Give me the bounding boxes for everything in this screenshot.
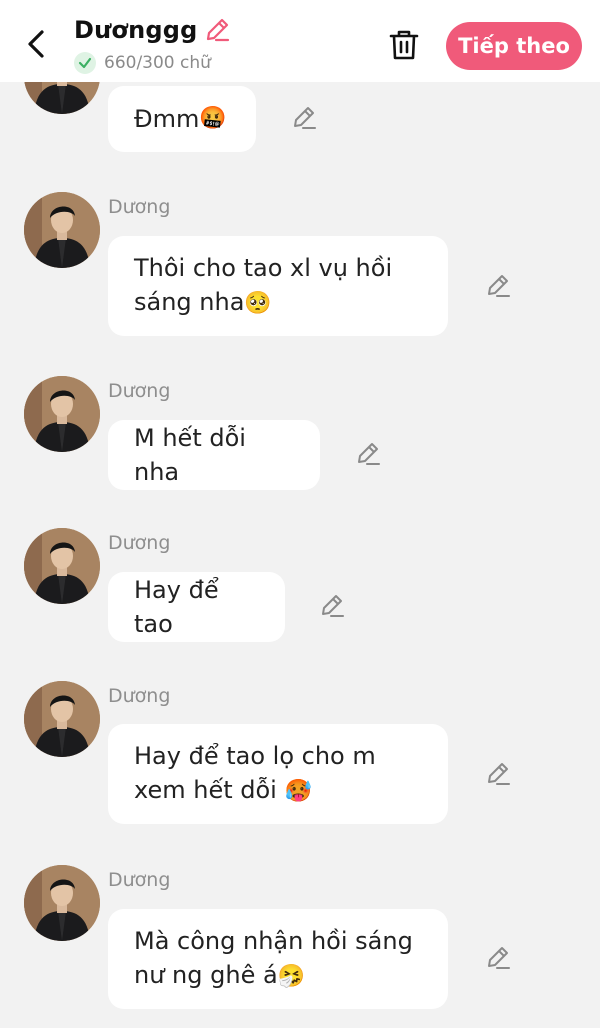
message-text: Mà công nhận hồi sáng nư ng ghê á🤧 [134,927,413,989]
page-title[interactable]: Dươnggg [74,16,198,44]
emoji: 🥺 [244,291,272,316]
edit-message-button[interactable] [354,440,382,468]
avatar[interactable] [24,528,100,604]
avatar[interactable] [24,681,100,757]
message-bubble[interactable]: M hết dỗi nha [108,420,320,490]
title-row: Dươnggg [74,16,230,44]
pencil-icon [322,595,344,617]
pencil-icon [488,275,510,297]
edit-message-button[interactable] [318,592,346,620]
emoji: 🤬 [199,106,227,131]
pencil-icon [294,107,316,129]
avatar[interactable] [24,376,100,452]
next-button[interactable]: Tiếp theo [446,22,582,70]
pencil-icon[interactable] [204,17,230,43]
pencil-icon [358,443,380,465]
avatar-image [24,376,100,452]
message-bubble[interactable]: Hay để tao [108,572,285,642]
avatar-image [24,192,100,268]
message-bubble[interactable]: Đmm 🤬 [108,86,256,152]
avatar-image [24,681,100,757]
delete-button[interactable] [388,28,420,62]
avatar[interactable] [24,865,100,941]
message-text: Hay để tao lọ cho m xem hết dỗi 🥵 [134,742,376,804]
message-bubble[interactable]: Thôi cho tao xl vụ hồi sáng nha🥺 [108,236,448,336]
top-bar: Dươnggg 660/300 chữ Tiếp theo [0,0,600,82]
edit-message-button[interactable] [484,760,512,788]
sender-name: Dương [108,196,171,218]
edit-message-button[interactable] [484,944,512,972]
message-text: Hay để tao [134,576,219,638]
trash-icon [389,30,419,60]
sender-name: Dương [108,380,171,402]
pencil-icon [488,763,510,785]
avatar-image [24,528,100,604]
emoji: 🤧 [277,964,306,989]
emoji: 🥵 [284,779,312,804]
sender-name: Dương [108,685,171,707]
edit-message-button[interactable] [290,104,318,132]
chevron-left-icon [28,30,44,58]
message-bubble[interactable]: Hay để tao lọ cho m xem hết dỗi 🥵 [108,724,448,824]
avatar-image [24,865,100,941]
back-button[interactable] [22,26,52,62]
edit-message-button[interactable] [484,272,512,300]
sender-name: Dương [108,532,171,554]
message-text: Đmm [134,105,200,133]
sender-name: Dương [108,869,171,891]
check-icon [74,52,96,74]
char-count: 660/300 chữ [74,52,211,74]
message-text: M hết dỗi nha [134,424,246,486]
char-count-text: 660/300 chữ [104,53,211,73]
avatar[interactable] [24,192,100,268]
pencil-icon [488,947,510,969]
message-text: Thôi cho tao xl vụ hồi sáng nha🥺 [134,254,393,316]
message-bubble[interactable]: Mà công nhận hồi sáng nư ng ghê á🤧 [108,909,448,1009]
